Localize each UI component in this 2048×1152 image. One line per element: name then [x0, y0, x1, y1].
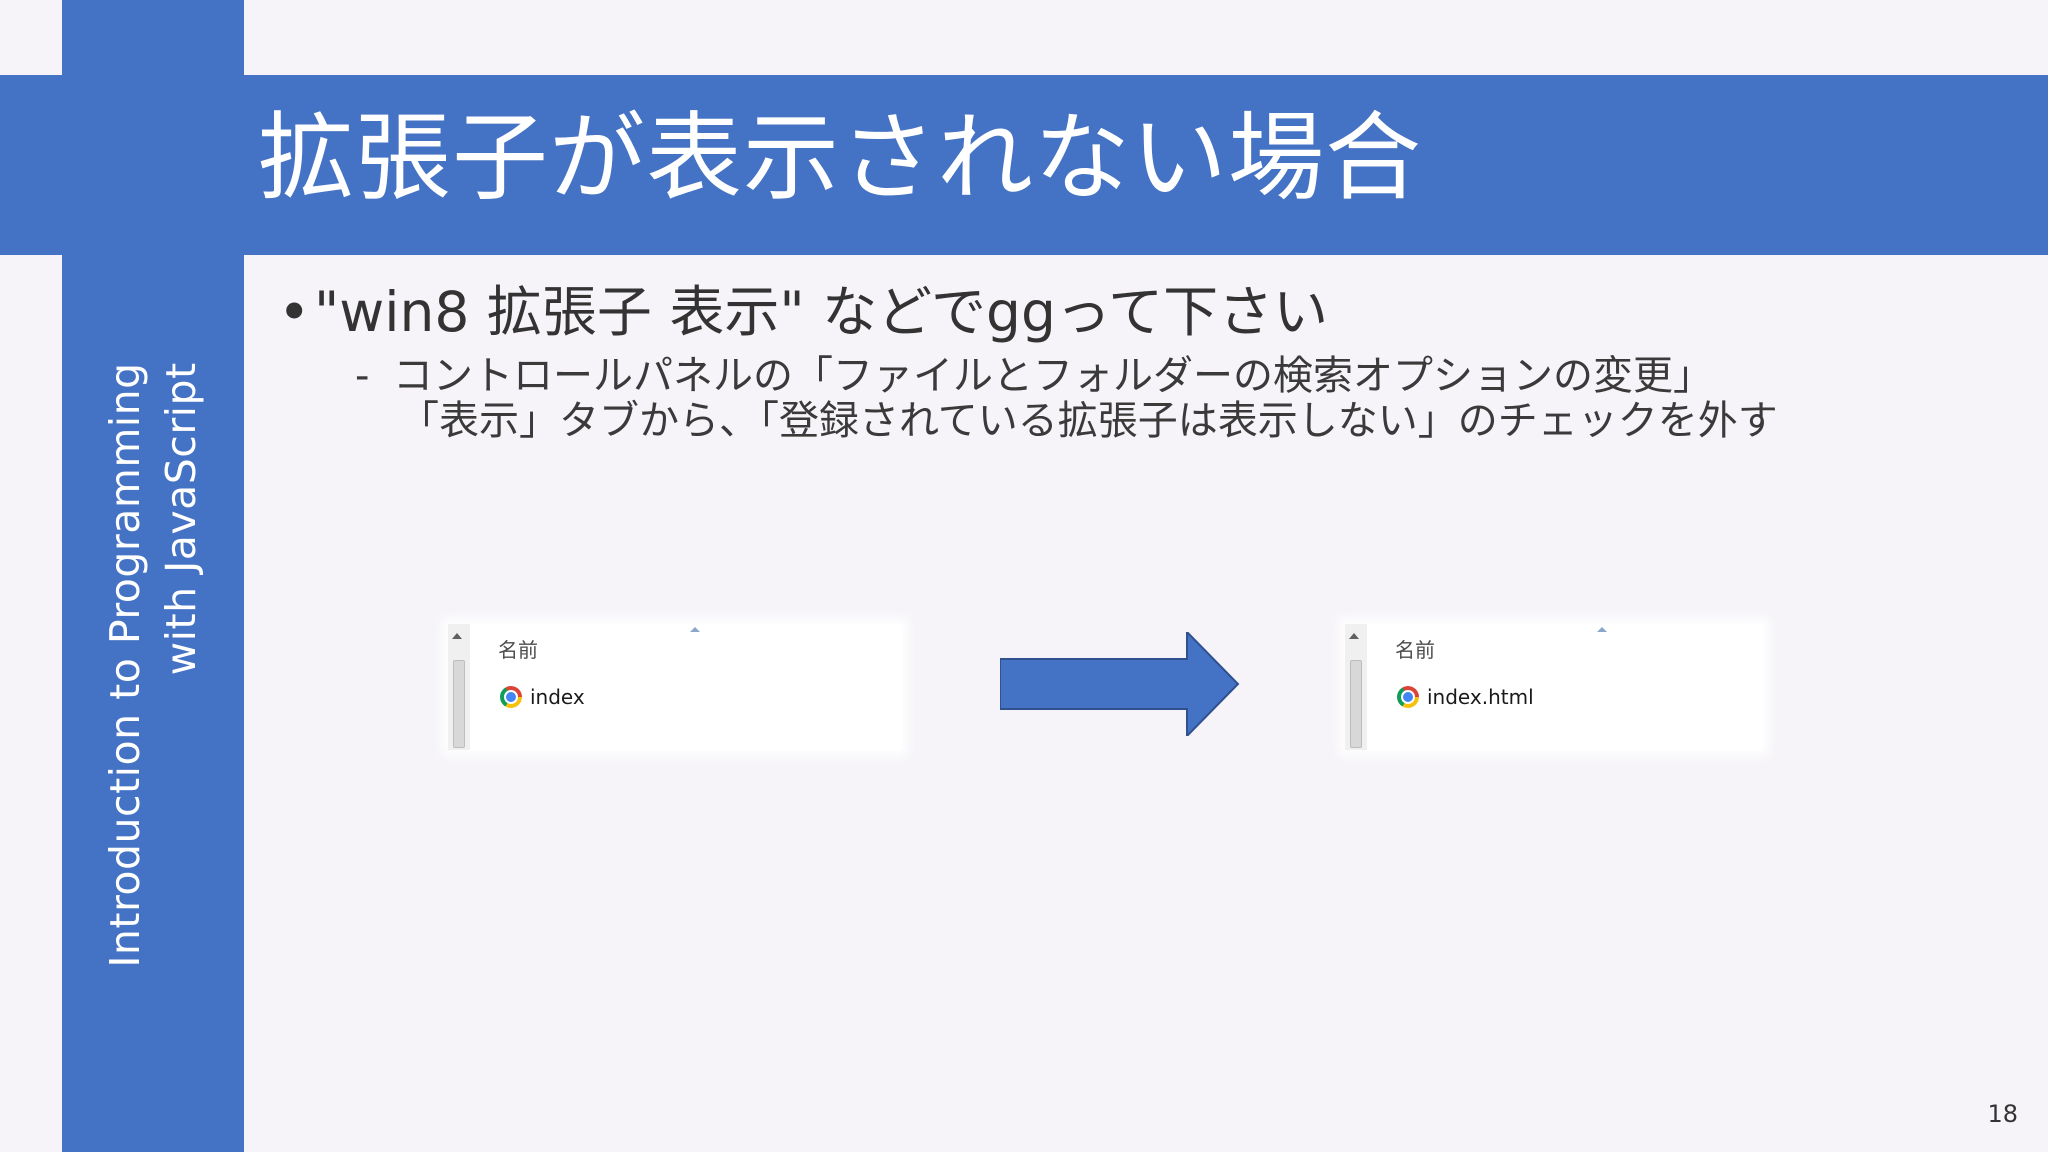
- page-number: 18: [1987, 1100, 2018, 1128]
- sidebar-course-title: Introduction to Programming with JavaScr…: [97, 362, 209, 967]
- chrome-icon: [500, 686, 522, 708]
- scrollbar: [448, 624, 470, 750]
- sidebar-course-title-line2: with JavaScript: [157, 362, 205, 676]
- column-header-name: 名前: [1395, 638, 1435, 662]
- sub-bullet-line1: コントロールパネルの「ファイルとフォルダーの検索オプションの変更」: [393, 353, 1713, 399]
- bullet-item: •"win8 拡張子 表示" などでggって下さい: [278, 277, 1328, 347]
- chrome-icon: [1397, 686, 1419, 708]
- explorer-after-screenshot: 名前 index.html: [1345, 624, 1763, 750]
- sub-bullet-item: - コントロールパネルの「ファイルとフォルダーの検索オプションの変更」 「表示」タ…: [355, 354, 1778, 444]
- scroll-thumb: [453, 660, 465, 748]
- sidebar-course-title-line1: Introduction to Programming: [101, 362, 149, 968]
- bullet-text: "win8 拡張子 表示" などでggって下さい: [314, 280, 1329, 344]
- sub-bullet-line2: 「表示」タブから、「登録されている拡張子は表示しない」のチェックを外す: [399, 398, 1778, 444]
- right-arrow-icon: [1000, 632, 1240, 736]
- column-header-name: 名前: [498, 638, 538, 662]
- scroll-up-arrow-icon: [1349, 633, 1359, 639]
- scrollbar: [1345, 624, 1367, 750]
- sub-bullet-marker: -: [355, 353, 370, 399]
- sort-ascending-icon: [690, 627, 700, 632]
- file-row: index.html: [1397, 685, 1534, 709]
- slide-title: 拡張子が表示されない場合: [258, 102, 1422, 214]
- scroll-thumb: [1350, 660, 1362, 748]
- explorer-before-screenshot: 名前 index: [448, 624, 902, 750]
- bullet-marker: •: [278, 280, 311, 344]
- sort-ascending-icon: [1597, 627, 1607, 632]
- file-row: index: [500, 685, 585, 709]
- file-name: index: [530, 685, 585, 709]
- scroll-up-arrow-icon: [452, 633, 462, 639]
- file-name: index.html: [1427, 685, 1534, 709]
